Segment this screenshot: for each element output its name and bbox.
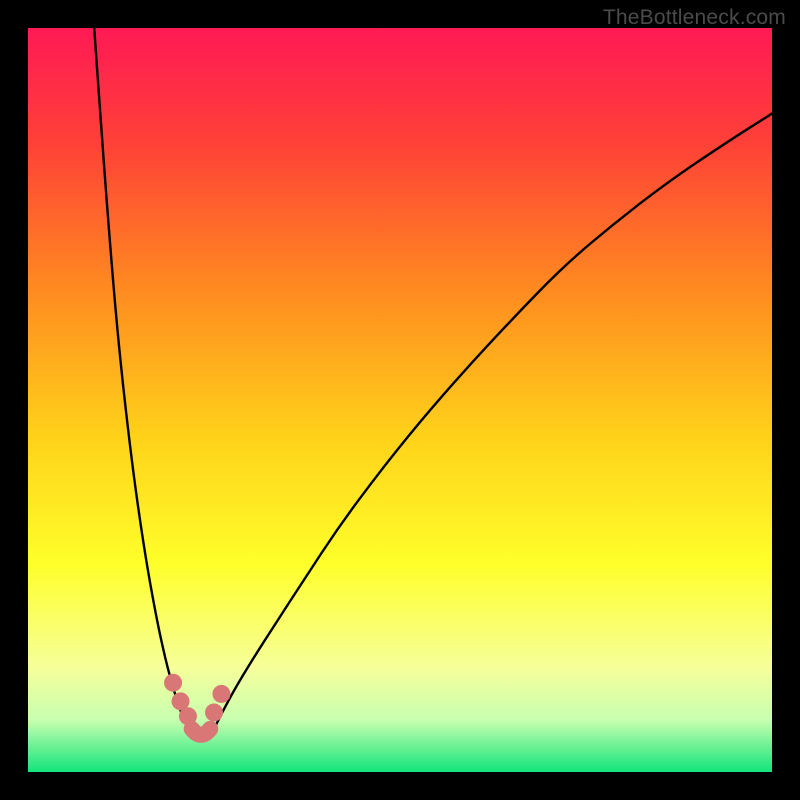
chart-svg: [28, 28, 772, 772]
minimum-cap: [192, 729, 211, 735]
chart-frame: TheBottleneck.com: [0, 0, 800, 800]
chart-minimum-band: [192, 729, 211, 735]
data-point-2: [179, 707, 197, 725]
watermark-text: TheBottleneck.com: [603, 6, 786, 30]
data-point-4: [212, 685, 230, 703]
data-point-0: [164, 674, 182, 692]
chart-background-gradient: [28, 28, 772, 772]
chart-plot-area: [28, 28, 772, 772]
data-point-3: [205, 703, 223, 721]
